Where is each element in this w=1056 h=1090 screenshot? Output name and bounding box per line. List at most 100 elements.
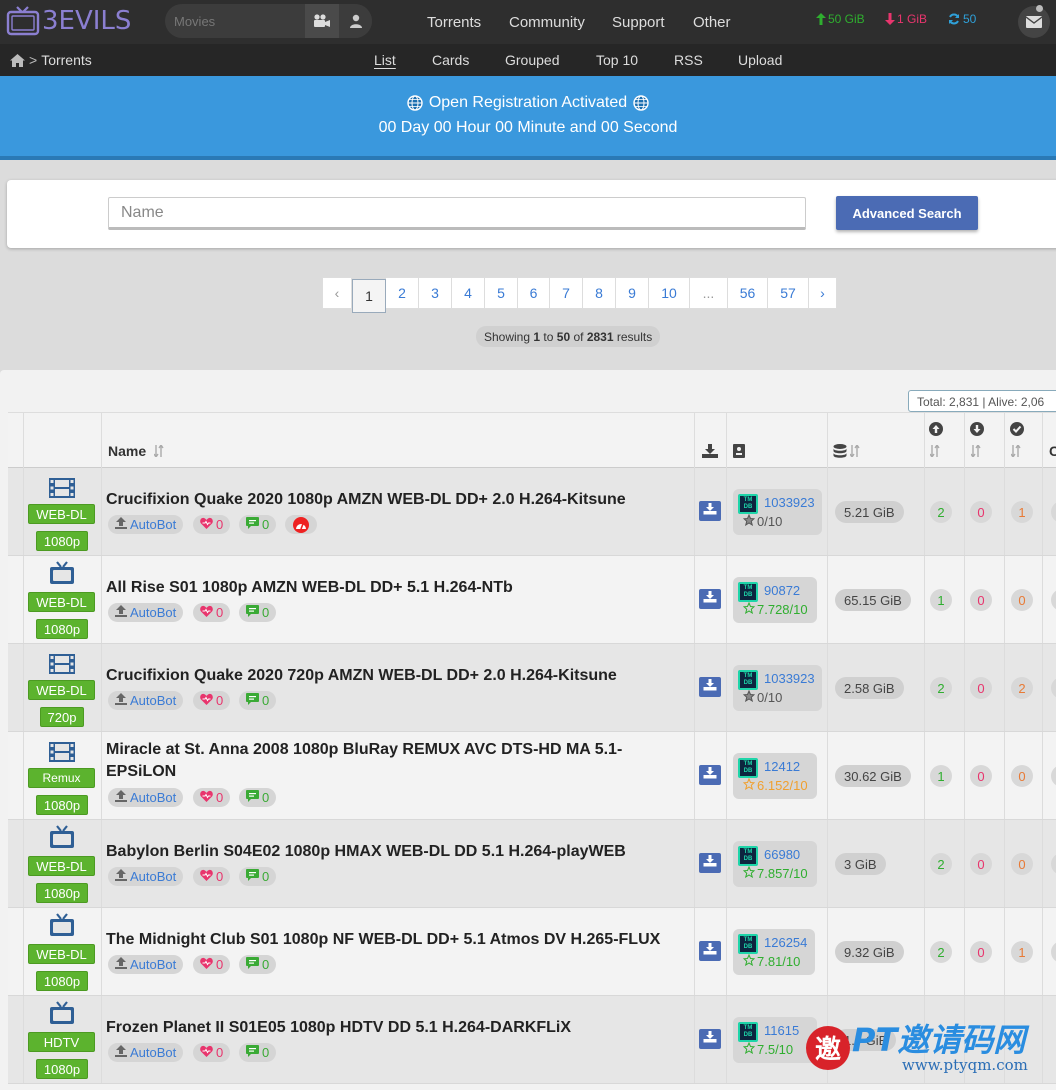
download-button[interactable] bbox=[699, 589, 721, 609]
completed-count[interactable]: 2 bbox=[1011, 677, 1033, 699]
type-tag[interactable]: WEB-DL bbox=[28, 680, 95, 700]
tv-icon[interactable] bbox=[48, 1001, 76, 1025]
tmdb-id-link[interactable]: 12412 bbox=[764, 759, 800, 774]
leechers-count[interactable]: 0 bbox=[970, 501, 992, 523]
resolution-tag[interactable]: 1080p bbox=[36, 795, 88, 815]
resolution-tag[interactable]: 1080p bbox=[36, 531, 88, 551]
movie-search-button[interactable] bbox=[305, 4, 339, 38]
seeders-count[interactable]: 1 bbox=[930, 765, 952, 787]
tmdb-box[interactable]: TM DB 1033923 0/10 bbox=[733, 489, 822, 535]
torrent-name-link[interactable]: Babylon Berlin S04E02 1080p HMAX WEB-DL … bbox=[106, 841, 686, 863]
comments-chip[interactable]: 0 bbox=[239, 603, 277, 622]
resolution-tag[interactable]: 1080p bbox=[36, 971, 88, 991]
th-size[interactable] bbox=[827, 413, 924, 469]
thanks-chip[interactable]: 0 bbox=[193, 515, 231, 534]
tab-list[interactable]: List bbox=[374, 52, 396, 68]
comments-chip[interactable]: 0 bbox=[239, 515, 277, 534]
tmdb-box[interactable]: TM DB 126254 7.81/10 bbox=[733, 929, 815, 975]
leechers-count[interactable]: 0 bbox=[970, 677, 992, 699]
tmdb-id-link[interactable]: 1033923 bbox=[764, 671, 815, 686]
film-icon[interactable] bbox=[48, 740, 76, 764]
th-seeders[interactable] bbox=[924, 413, 964, 469]
tab-grouped[interactable]: Grouped bbox=[505, 52, 559, 68]
torrent-name-link[interactable]: The Midnight Club S01 1080p NF WEB-DL DD… bbox=[106, 929, 686, 951]
tmdb-id-link[interactable]: 1033923 bbox=[764, 495, 815, 510]
nav-community[interactable]: Community bbox=[509, 14, 585, 31]
page-2[interactable]: 2 bbox=[386, 277, 419, 309]
type-tag[interactable]: WEB-DL bbox=[28, 592, 95, 612]
page-6[interactable]: 6 bbox=[518, 277, 550, 309]
completed-count[interactable]: 1 bbox=[1011, 941, 1033, 963]
uploader-chip[interactable]: AutoBot bbox=[108, 1043, 184, 1062]
comments-chip[interactable]: 0 bbox=[239, 691, 277, 710]
tmdb-id-link[interactable]: 11615 bbox=[764, 1023, 799, 1038]
download-button[interactable] bbox=[699, 677, 721, 697]
page-9[interactable]: 9 bbox=[616, 277, 649, 309]
comments-chip[interactable]: 0 bbox=[239, 1043, 277, 1062]
type-tag[interactable]: Remux bbox=[28, 768, 95, 788]
hot-chip[interactable] bbox=[285, 515, 317, 534]
page-prev[interactable]: ‹ bbox=[322, 277, 352, 309]
torrent-name-link[interactable]: Crucifixion Quake 2020 1080p AMZN WEB-DL… bbox=[106, 489, 686, 511]
page-57[interactable]: 57 bbox=[768, 277, 809, 309]
tmdb-box[interactable]: TM DB 66980 7.857/10 bbox=[733, 841, 817, 887]
film-icon[interactable] bbox=[48, 652, 76, 676]
leechers-count[interactable]: 0 bbox=[970, 589, 992, 611]
uploader-chip[interactable]: AutoBot bbox=[108, 788, 184, 807]
uploader-chip[interactable]: AutoBot bbox=[108, 691, 184, 710]
uploader-chip[interactable]: AutoBot bbox=[108, 603, 184, 622]
thanks-chip[interactable]: 0 bbox=[193, 867, 231, 886]
type-tag[interactable]: WEB-DL bbox=[28, 504, 95, 524]
download-button[interactable] bbox=[699, 501, 721, 521]
thanks-chip[interactable]: 0 bbox=[193, 955, 231, 974]
type-tag[interactable]: WEB-DL bbox=[28, 856, 95, 876]
page-56[interactable]: 56 bbox=[728, 277, 768, 309]
completed-count[interactable]: 0 bbox=[1011, 765, 1033, 787]
tab-rss[interactable]: RSS bbox=[674, 52, 703, 68]
page-5[interactable]: 5 bbox=[485, 277, 518, 309]
completed-count[interactable]: 0 bbox=[1011, 589, 1033, 611]
th-leechers[interactable] bbox=[964, 413, 1004, 469]
page-3[interactable]: 3 bbox=[419, 277, 452, 309]
tmdb-box[interactable]: TM DB 90872 7.728/10 bbox=[733, 577, 817, 623]
film-icon[interactable] bbox=[48, 476, 76, 500]
page-7[interactable]: 7 bbox=[550, 277, 583, 309]
comments-chip[interactable]: 0 bbox=[239, 788, 277, 807]
seeders-count[interactable]: 2 bbox=[930, 677, 952, 699]
thanks-chip[interactable]: 0 bbox=[193, 1043, 231, 1062]
tmdb-box[interactable]: TM DB 1033923 0/10 bbox=[733, 665, 822, 711]
home-icon[interactable] bbox=[10, 53, 25, 67]
inbox-button[interactable] bbox=[1018, 6, 1050, 38]
thanks-chip[interactable]: 0 bbox=[193, 788, 231, 807]
nav-torrents[interactable]: Torrents bbox=[427, 14, 481, 31]
type-tag[interactable]: HDTV bbox=[28, 1032, 95, 1052]
comments-chip[interactable]: 0 bbox=[239, 867, 277, 886]
tab-top10[interactable]: Top 10 bbox=[596, 52, 638, 68]
page-1[interactable]: 1 bbox=[352, 279, 386, 313]
thanks-chip[interactable]: 0 bbox=[193, 691, 231, 710]
torrent-name-link[interactable]: Crucifixion Quake 2020 720p AMZN WEB-DL … bbox=[106, 665, 686, 687]
tmdb-id-link[interactable]: 126254 bbox=[764, 935, 807, 950]
tab-cards[interactable]: Cards bbox=[432, 52, 469, 68]
torrent-name-link[interactable]: Frozen Planet II S01E05 1080p HDTV DD 5.… bbox=[106, 1017, 686, 1039]
seeders-count[interactable]: 2 bbox=[930, 941, 952, 963]
page-next[interactable]: › bbox=[809, 277, 837, 309]
comments-chip[interactable]: 0 bbox=[239, 955, 277, 974]
page-8[interactable]: 8 bbox=[583, 277, 616, 309]
leechers-count[interactable]: 0 bbox=[970, 765, 992, 787]
resolution-tag[interactable]: 1080p bbox=[36, 619, 88, 639]
page-10[interactable]: 10 bbox=[649, 277, 690, 309]
tv-icon[interactable] bbox=[48, 913, 76, 937]
th-name[interactable]: Name bbox=[101, 413, 694, 469]
completed-count[interactable]: 1 bbox=[1011, 501, 1033, 523]
torrent-name-input[interactable] bbox=[108, 197, 806, 230]
torrent-name-link[interactable]: All Rise S01 1080p AMZN WEB-DL DD+ 5.1 H… bbox=[106, 577, 686, 599]
advanced-search-button[interactable]: Advanced Search bbox=[836, 196, 978, 230]
download-button[interactable] bbox=[699, 941, 721, 961]
tmdb-id-link[interactable]: 90872 bbox=[764, 583, 800, 598]
user-search-button[interactable] bbox=[339, 4, 372, 38]
site-logo[interactable]: 3EVILS bbox=[6, 4, 136, 38]
tmdb-box[interactable]: TM DB 12412 6.152/10 bbox=[733, 753, 817, 799]
th-completed[interactable] bbox=[1004, 413, 1042, 469]
seeders-count[interactable]: 1 bbox=[930, 589, 952, 611]
